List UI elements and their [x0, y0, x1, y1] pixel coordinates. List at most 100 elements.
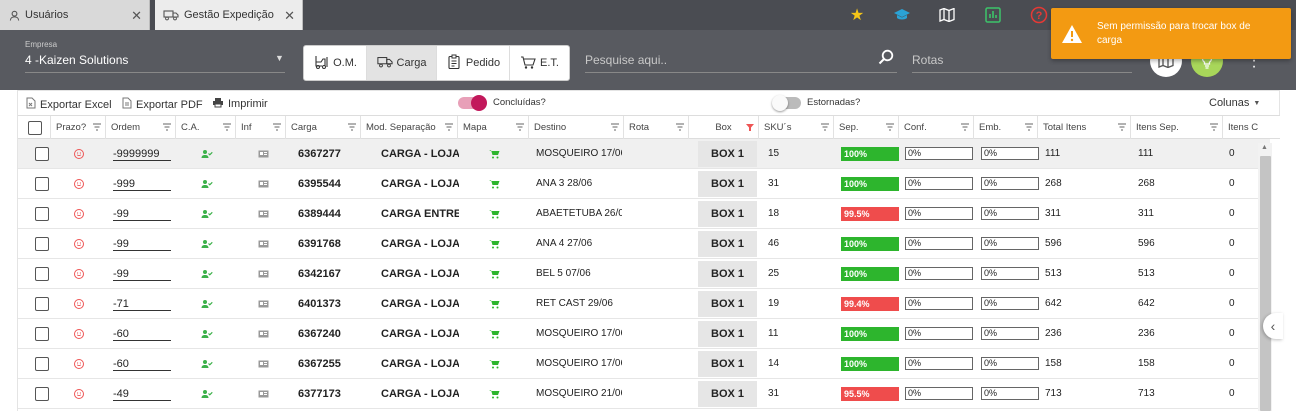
inf-cell[interactable]	[258, 379, 270, 408]
row-checkbox[interactable]	[35, 176, 49, 191]
tab-usuarios[interactable]: Usuários ✕	[0, 0, 150, 30]
column-header-mod-separacao[interactable]: Mod. Separação	[361, 116, 458, 139]
select-all-checkbox[interactable]	[28, 120, 42, 135]
column-header-emb[interactable]: Emb.	[974, 116, 1038, 139]
inf-cell[interactable]	[258, 229, 270, 258]
shopping-cart-icon[interactable]	[489, 389, 500, 399]
ordem-input[interactable]: -49	[113, 387, 171, 401]
row-select[interactable]	[35, 139, 49, 168]
column-header-ordem[interactable]: Ordem	[106, 116, 176, 139]
row-select[interactable]	[35, 379, 49, 408]
ordem-cell[interactable]: -49	[113, 379, 175, 408]
ordem-input[interactable]: -99	[113, 267, 171, 281]
ordem-cell[interactable]: -71	[113, 289, 175, 318]
ordem-input[interactable]: -9999999	[113, 147, 171, 161]
ordem-cell[interactable]: -99	[113, 259, 175, 288]
box-cell[interactable]: BOX 1	[698, 261, 758, 287]
ordem-cell[interactable]: -99	[113, 199, 175, 228]
graduation-cap-icon[interactable]	[891, 4, 913, 26]
filter-icon[interactable]	[516, 123, 524, 131]
filter-icon[interactable]	[223, 123, 231, 131]
box-cell[interactable]: BOX 1	[698, 381, 758, 407]
scroll-up-icon[interactable]: ▲	[1261, 144, 1268, 151]
shopping-cart-icon[interactable]	[489, 359, 500, 369]
mapa-cell[interactable]	[489, 169, 501, 198]
mapa-cell[interactable]	[489, 319, 501, 348]
mapa-cell[interactable]	[489, 379, 501, 408]
filter-icon[interactable]	[1025, 123, 1033, 131]
ordem-cell[interactable]: -60	[113, 349, 175, 378]
row-checkbox[interactable]	[35, 266, 49, 281]
table-row[interactable]: -49 6377173 CARGA - LOJA - MOSQUEIRO 21/06 B…	[18, 379, 1270, 409]
mapa-cell[interactable]	[489, 259, 501, 288]
table-row[interactable]: -71 6401373 CARGA - LOJA - RET CAST 29/06 BO…	[18, 289, 1270, 319]
box-cell[interactable]: BOX 1	[698, 351, 758, 377]
inf-cell[interactable]	[258, 199, 270, 228]
shopping-cart-icon[interactable]	[489, 329, 500, 339]
segment-carga[interactable]: Carga	[367, 46, 437, 80]
column-header-total-itens[interactable]: Total Itens	[1038, 116, 1131, 139]
table-row[interactable]: -999 6395544 CARGA - LOJA - ANA 3 28/06 BOX …	[18, 169, 1270, 199]
filter-icon[interactable]	[821, 123, 829, 131]
row-select[interactable]	[35, 349, 49, 378]
help-icon[interactable]: ?	[1028, 4, 1050, 26]
shopping-cart-icon[interactable]	[489, 209, 500, 219]
filter-icon[interactable]	[676, 123, 684, 131]
close-icon[interactable]: ✕	[284, 8, 295, 24]
warning-toast[interactable]: Sem permissão para trocar box de carga	[1051, 8, 1291, 59]
box-cell[interactable]: BOX 1	[698, 141, 758, 167]
company-select[interactable]: 4 -Kaizen Solutions	[25, 53, 128, 67]
filter-icon[interactable]	[273, 123, 281, 131]
table-row[interactable]: -99 6391768 CARGA - LOJA - ANA 4 27/06 BOX 1…	[18, 229, 1270, 259]
column-header-destino[interactable]: Destino	[529, 116, 624, 139]
filter-active-icon[interactable]	[746, 123, 754, 131]
table-row[interactable]: -60 6367255 CARGA - LOJA - MOSQUEIRO 17/06 B…	[18, 349, 1270, 379]
inf-cell[interactable]	[258, 319, 270, 348]
table-row[interactable]: -60 6367240 CARGA - LOJA - MOSQUEIRO 17/06 B…	[18, 319, 1270, 349]
box-cell[interactable]: BOX 1	[698, 321, 758, 347]
segment-et[interactable]: E.T.	[510, 46, 569, 80]
ordem-cell[interactable]: -999	[113, 169, 175, 198]
box-cell[interactable]: BOX 1	[698, 231, 758, 257]
estornadas-toggle[interactable]	[772, 95, 801, 111]
row-checkbox[interactable]	[35, 356, 49, 371]
inf-cell[interactable]	[258, 289, 270, 318]
filter-icon[interactable]	[1210, 123, 1218, 131]
ordem-cell[interactable]: -60	[113, 319, 175, 348]
column-header-carga[interactable]: Carga	[286, 116, 361, 139]
export-pdf-button[interactable]: Exportar PDF	[122, 97, 203, 112]
row-checkbox[interactable]	[35, 236, 49, 251]
segment-pedido[interactable]: Pedido	[437, 46, 510, 80]
ordem-input[interactable]: -99	[113, 237, 171, 251]
segment-om[interactable]: O.M.	[304, 46, 367, 80]
row-select[interactable]	[35, 319, 49, 348]
inf-cell[interactable]	[258, 259, 270, 288]
ordem-input[interactable]: -60	[113, 357, 171, 371]
mapa-cell[interactable]	[489, 349, 501, 378]
row-checkbox[interactable]	[35, 386, 49, 401]
ordem-cell[interactable]: -99	[113, 229, 175, 258]
row-select[interactable]	[35, 169, 49, 198]
box-cell[interactable]: BOX 1	[698, 201, 758, 227]
map-icon[interactable]	[936, 4, 958, 26]
inf-cell[interactable]	[258, 139, 270, 168]
collapse-panel-button[interactable]: ‹	[1263, 313, 1283, 339]
row-checkbox[interactable]	[35, 326, 49, 341]
filter-icon[interactable]	[1118, 123, 1126, 131]
filter-icon[interactable]	[93, 123, 101, 131]
columns-button[interactable]: Colunas ▼	[1209, 97, 1260, 109]
column-header-prazo[interactable]: Prazo?	[51, 116, 106, 139]
filter-icon[interactable]	[886, 123, 894, 131]
tab-gestao-expedicao[interactable]: Gestão Expedição ✕	[155, 0, 303, 30]
column-header-sep[interactable]: Sep.	[834, 116, 899, 139]
export-excel-button[interactable]: Exportar Excel	[26, 97, 112, 112]
row-checkbox[interactable]	[35, 296, 49, 311]
filter-icon[interactable]	[348, 123, 356, 131]
ordem-cell[interactable]: -9999999	[113, 139, 175, 168]
chart-icon[interactable]	[982, 4, 1004, 26]
ordem-input[interactable]: -60	[113, 327, 171, 341]
filter-icon[interactable]	[445, 123, 453, 131]
caret-down-icon[interactable]: ▼	[275, 53, 284, 63]
column-header-ca[interactable]: C.A.	[176, 116, 236, 139]
column-header-conf[interactable]: Conf.	[899, 116, 974, 139]
